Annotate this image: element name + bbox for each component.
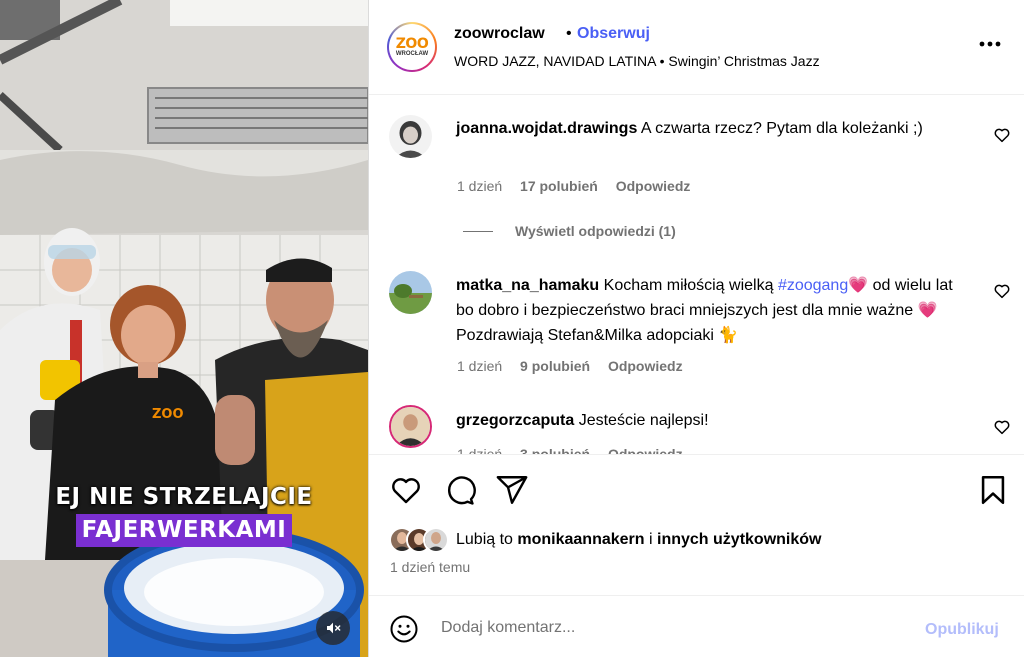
likes-others-link[interactable]: innych użytkowników [657,531,821,548]
comment-avatar[interactable] [389,405,432,448]
zoo-logo: ZOO WROCŁAW [389,24,435,70]
save-button[interactable] [976,473,1010,507]
comment-like-button[interactable] [993,282,1011,300]
cat-emoji: 🐈 [718,325,739,344]
profile-avatar[interactable]: ZOO WROCŁAW [387,22,437,72]
paper-plane-icon [496,476,528,504]
add-comment-bar: Opublikuj [369,595,1024,657]
heart-emoji: 💗 [848,275,869,294]
comment-likes[interactable]: 9 polubień [520,358,590,374]
comment-likes[interactable]: 17 polubień [520,178,598,194]
comment-body: joanna.wojdat.drawings A czwarta rzecz? … [456,117,966,141]
comment-avatar[interactable] [389,271,432,314]
heart-icon [994,420,1010,435]
video-caption-line2: FAJERWERKAMI [75,514,293,547]
music-attribution[interactable]: WORD JAZZ, NAVIDAD LATINA • Swingin’ Chr… [454,53,820,69]
heart-icon [392,478,420,504]
view-replies-button[interactable]: Wyświetl odpowiedzi (1) [463,223,676,239]
comment-time[interactable]: 1 dzień [457,446,502,454]
comment-button[interactable] [442,473,476,507]
video-frame: ZOO [0,0,368,657]
header-separator: • [566,25,572,42]
comment-body: grzegorzcaputa Jesteście najlepsi! [456,409,966,433]
liker-username[interactable]: monikaannakern [517,531,644,548]
liker-avatar[interactable] [423,527,449,553]
heart-icon [994,284,1010,299]
comment-like-button[interactable] [993,418,1011,436]
svg-text:ZOO: ZOO [152,407,184,422]
comment-input[interactable] [441,613,911,643]
smiley-icon [390,615,418,643]
avatar-image [389,115,432,158]
avatar-image [389,271,432,314]
reply-button[interactable]: Odpowiedz [608,446,683,454]
video-caption-line1: EJ NIE STRZELAJCIE [55,484,313,510]
comment-username[interactable]: matka_na_hamaku [456,277,599,294]
mute-button[interactable] [316,611,350,645]
logo-subtext: WROCŁAW [395,50,429,57]
share-button[interactable] [495,473,529,507]
comment-text: A czwarta rzecz? Pytam dla koleżanki ;) [640,120,923,137]
avatar-image [391,407,430,446]
comment-avatar[interactable] [389,115,432,158]
like-button[interactable] [389,473,423,507]
comment-meta: 1 dzień 9 polubień Odpowiedz [457,358,697,374]
speaker-muted-icon [327,622,341,634]
comment-meta: 1 dzień 17 polubień Odpowiedz [457,178,704,194]
comment-meta: 1 dzień 3 polubień Odpowiedz [457,446,697,454]
post-author-username[interactable]: zoowroclaw [454,25,545,43]
reply-button[interactable]: Odpowiedz [608,358,683,374]
heart-emoji: 💗 [917,300,938,319]
publish-button[interactable]: Opublikuj [925,621,999,639]
post-actions: Lubią to monikaannakern i innych użytkow… [369,454,1024,595]
post-header: ZOO WROCŁAW zoowroclaw • Obserwuj WORD J… [369,0,1024,95]
more-horizontal-icon [979,41,1001,47]
comment-body: matka_na_hamaku Kocham miłością wielką #… [456,273,966,348]
follow-button[interactable]: Obserwuj [577,25,650,43]
post-details-panel: ZOO WROCŁAW zoowroclaw • Obserwuj WORD J… [369,0,1024,657]
view-replies-label: Wyświetl odpowiedzi (1) [515,223,676,239]
comment-time[interactable]: 1 dzień [457,178,502,194]
comment-text-part3: Pozdrawiają Stefan&Milka adopciaki [456,327,714,344]
comment-bubble-icon [447,476,476,505]
comment-username[interactable]: grzegorzcaputa [456,412,574,429]
heart-icon [994,128,1010,143]
post-video[interactable]: ZOO EJ NIE STRZELAJCIE FAJERWERKAMI [0,0,368,657]
likes-middle: i [649,531,653,548]
comment-text: Jesteście najlepsi! [578,412,709,429]
likes-summary: Lubią to monikaannakern i innych użytkow… [389,525,821,555]
reply-button[interactable]: Odpowiedz [616,178,691,194]
emoji-picker-button[interactable] [389,614,419,644]
comment-text-part1: Kocham miłością wielką [603,277,774,294]
bookmark-icon [981,475,1005,505]
avatar-image [425,529,447,551]
comment-username[interactable]: joanna.wojdat.drawings [456,120,637,137]
more-options-button[interactable] [977,34,1003,54]
likes-prefix: Lubią to [456,531,513,548]
comments-list[interactable]: joanna.wojdat.drawings A czwarta rzecz? … [369,96,1024,454]
replies-line [463,230,493,232]
likes-text: Lubią to monikaannakern i innych użytkow… [456,531,821,549]
comment-hashtag[interactable]: #zoogang [778,277,848,294]
comment-likes[interactable]: 3 polubień [520,446,590,454]
logo-text: ZOO [395,35,429,52]
comment-time[interactable]: 1 dzień [457,358,502,374]
video-caption-line2-wrapper: FAJERWERKAMI [0,514,368,547]
post-timestamp[interactable]: 1 dzień temu [390,559,470,575]
comment-like-button[interactable] [993,126,1011,144]
